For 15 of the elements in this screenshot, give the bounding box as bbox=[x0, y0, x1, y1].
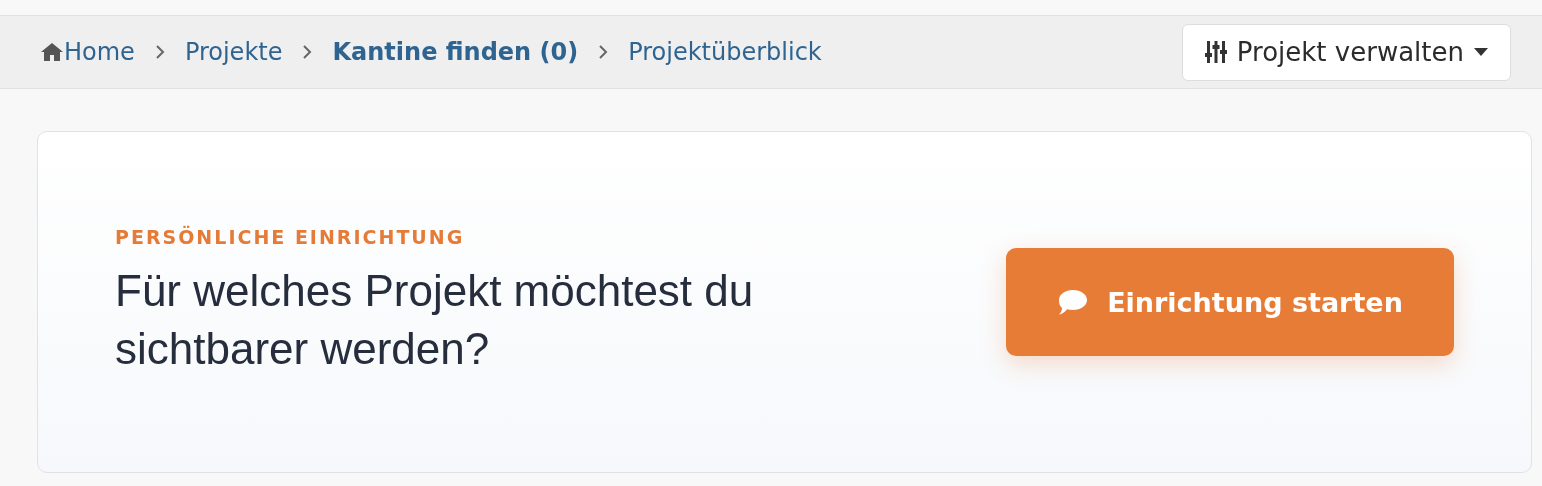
breadcrumb-link[interactable]: Projekte bbox=[184, 38, 283, 66]
breadcrumb-link[interactable]: Projektüberblick bbox=[628, 38, 822, 66]
breadcrumb-link[interactable]: Home bbox=[64, 38, 135, 66]
card-heading: Für welches Projekt möchtest du sichtbarer werden? bbox=[115, 265, 755, 375]
manage-project-button[interactable]: Projekt verwalten bbox=[1181, 23, 1511, 81]
breadcrumb-link[interactable]: Kantine finden (0) bbox=[332, 38, 579, 66]
chevron-icon bbox=[598, 44, 609, 60]
chevron-icon bbox=[302, 44, 313, 60]
speech-bubble-icon bbox=[1057, 288, 1090, 316]
sliders-icon bbox=[1204, 40, 1227, 64]
chevron-icon bbox=[154, 44, 165, 60]
start-setup-button[interactable]: Einrichtung starten bbox=[1006, 248, 1454, 356]
caret-icon bbox=[1474, 48, 1488, 56]
home-icon bbox=[40, 42, 64, 62]
card-eyebrow: PERSÖNLICHE EINRICHTUNG bbox=[115, 226, 466, 248]
